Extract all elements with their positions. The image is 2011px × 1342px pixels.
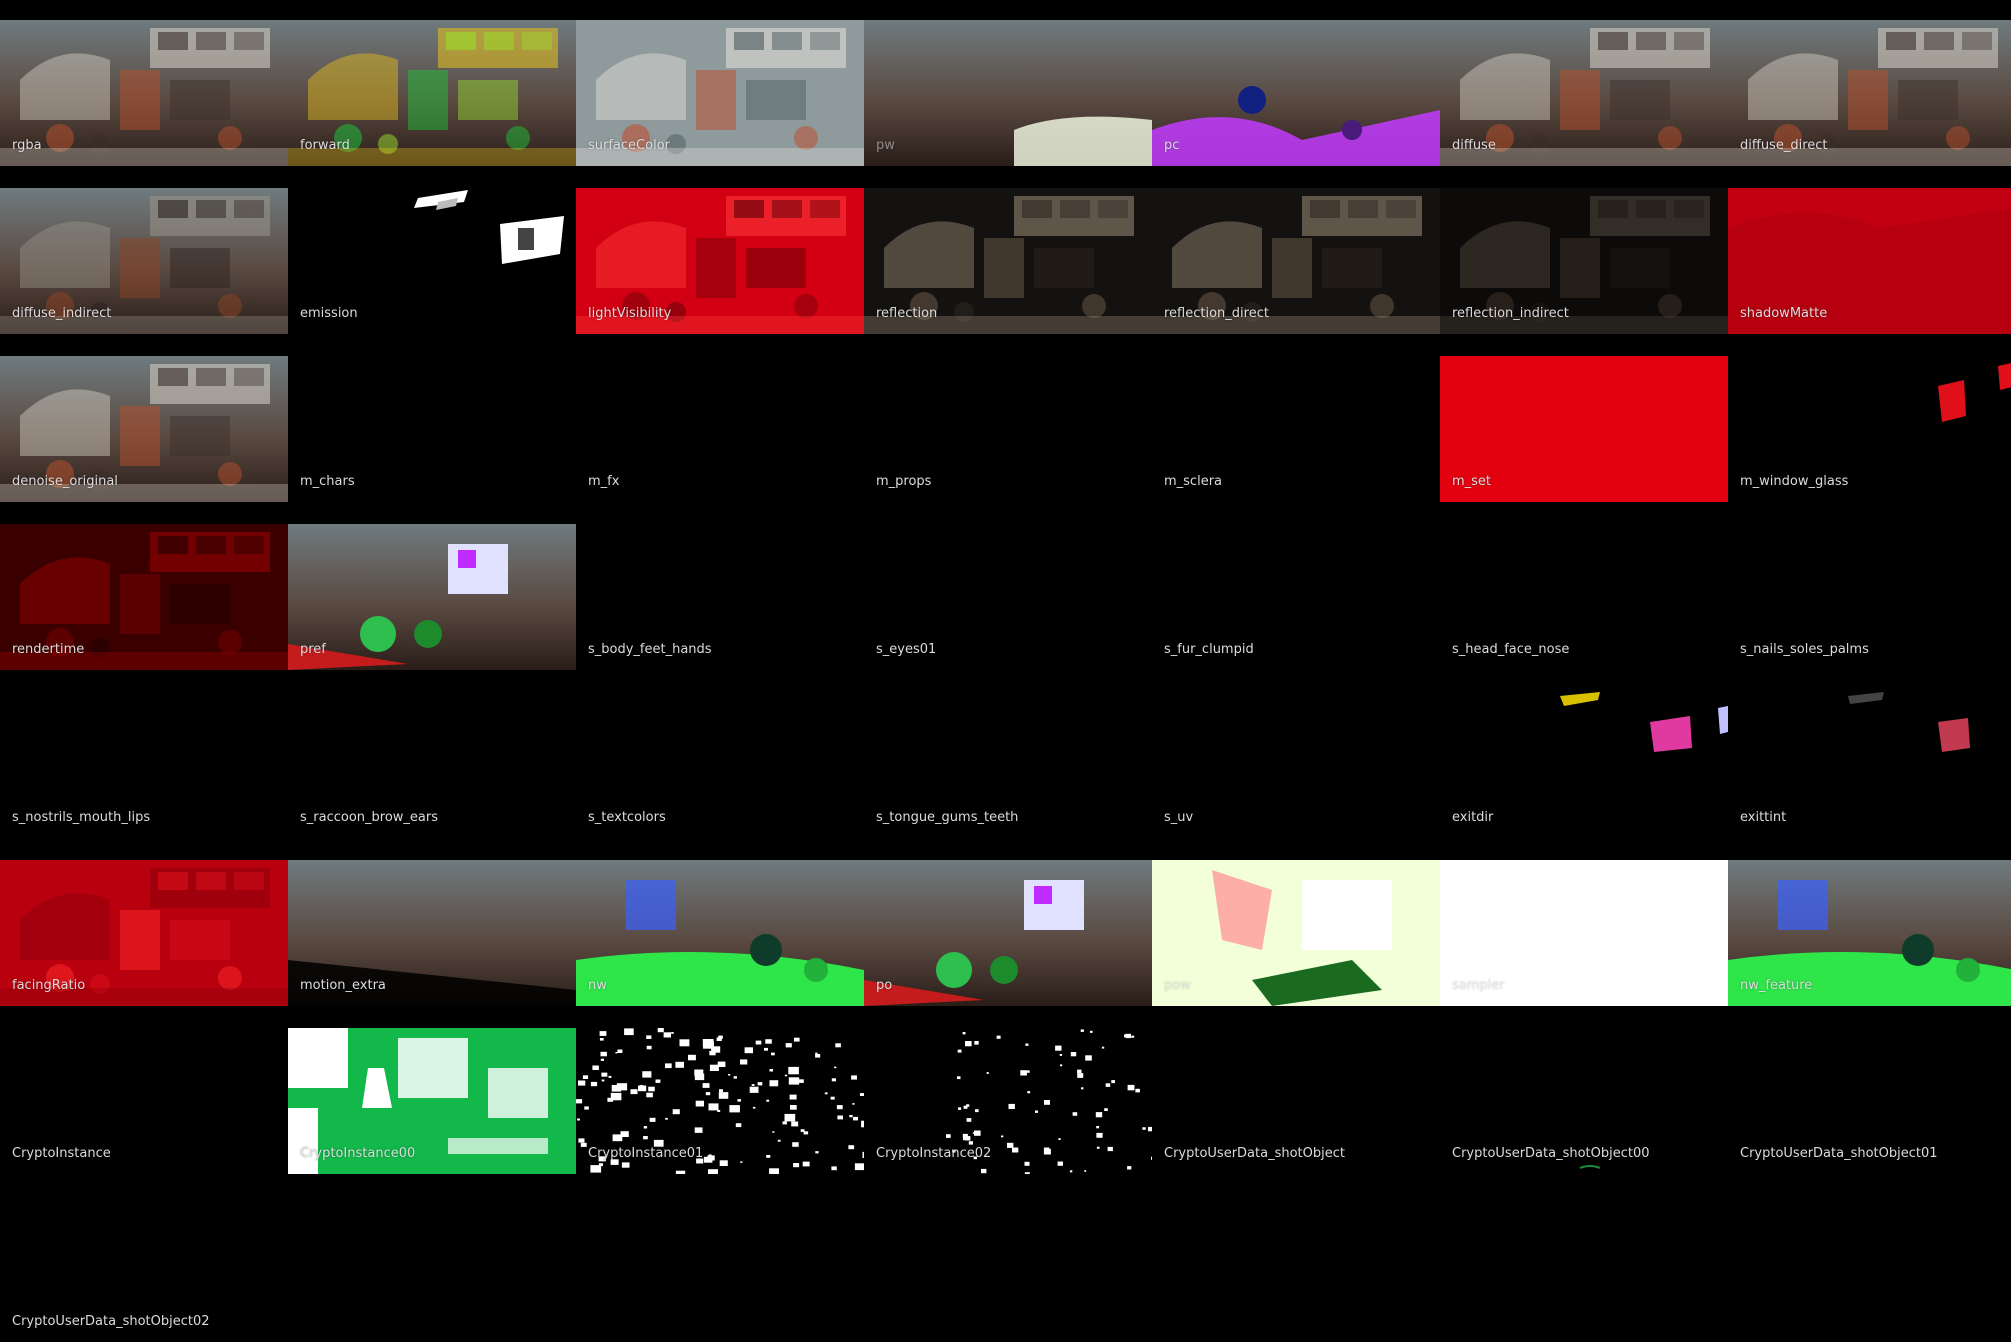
aov-thumbnail-cryptouserdata-shotobject[interactable]: CryptoUserData_shotObject [1152,1028,1440,1174]
aov-thumbnail-nw[interactable]: nw [576,860,864,1006]
aov-thumbnail-reflection-direct[interactable]: reflection_direct [1152,188,1440,334]
aov-thumbnail-cryptoinstance01[interactable]: CryptoInstance01 [576,1028,864,1174]
aov-thumbnail-exittint[interactable]: exittint [1728,692,2011,838]
aov-thumbnail-m-fx[interactable]: m_fx [576,356,864,502]
aov-thumbnail-forward[interactable]: forward [288,20,576,166]
aov-thumbnail-exitdir[interactable]: exitdir [1440,692,1728,838]
aov-thumbnail-s-textcolors[interactable]: s_textcolors [576,692,864,838]
aov-thumbnail-s-raccoon-brow-ears[interactable]: s_raccoon_brow_ears [288,692,576,838]
aov-thumbnail-denoise-original[interactable]: denoise_original [0,356,288,502]
aov-thumbnail-rgba[interactable]: rgba [0,20,288,166]
aov-thumbnail-m-window-glass[interactable]: m_window_glass [1728,356,2011,502]
aov-thumbnail-cryptoinstance[interactable]: CryptoInstance [0,1028,288,1174]
aov-thumbnail-pw[interactable]: pw [864,20,1152,166]
aov-thumbnail-pow[interactable]: pow [1152,860,1440,1006]
aov-thumbnail-s-head-face-nose[interactable]: s_head_face_nose [1440,524,1728,670]
aov-thumbnail-reflection[interactable]: reflection [864,188,1152,334]
aov-thumbnail-lightvisibility[interactable]: lightVisibility [576,188,864,334]
aov-thumbnail-s-eyes01[interactable]: s_eyes01 [864,524,1152,670]
aov-thumbnail-emission[interactable]: emission [288,188,576,334]
aov-thumbnail-rendertime[interactable]: rendertime [0,524,288,670]
aov-thumbnail-s-tongue-gums-teeth[interactable]: s_tongue_gums_teeth [864,692,1152,838]
aov-thumbnail-cryptoinstance02[interactable]: CryptoInstance02 [864,1028,1152,1174]
aov-thumbnail-s-fur-clumpid[interactable]: s_fur_clumpid [1152,524,1440,670]
aov-thumbnail-pc[interactable]: pc [1152,20,1440,166]
aov-thumbnail-nw-feature[interactable]: nw_feature [1728,860,2011,1006]
aov-thumbnail-m-props[interactable]: m_props [864,356,1152,502]
aov-thumbnail-diffuse-indirect[interactable]: diffuse_indirect [0,188,288,334]
aov-thumbnail-cryptoinstance00[interactable]: CryptoInstance00 [288,1028,576,1174]
aov-thumbnail-m-sclera[interactable]: m_sclera [1152,356,1440,502]
aov-thumbnail-diffuse-direct[interactable]: diffuse_direct [1728,20,2011,166]
aov-thumbnail-m-chars[interactable]: m_chars [288,356,576,502]
aov-thumbnail-reflection-indirect[interactable]: reflection_indirect [1440,188,1728,334]
aov-thumbnail-pref[interactable]: pref [288,524,576,670]
aov-thumbnail-cryptouserdata-shotobject00[interactable]: CryptoUserData_shotObject00 [1440,1028,1728,1174]
aov-thumbnail-s-nostrils-mouth-lips[interactable]: s_nostrils_mouth_lips [0,692,288,838]
aov-thumbnail-po[interactable]: po [864,860,1152,1006]
aov-thumbnail-diffuse[interactable]: diffuse [1440,20,1728,166]
aov-thumbnail-cryptouserdata-shotobject02[interactable]: CryptoUserData_shotObject02 [0,1196,288,1342]
aov-thumbnail-motion-extra[interactable]: motion_extra [288,860,576,1006]
aov-thumbnail-s-nails-soles-palms[interactable]: s_nails_soles_palms [1728,524,2011,670]
aov-thumbnail-sampler[interactable]: sampler [1440,860,1728,1006]
aov-thumbnail-shadowmatte[interactable]: shadowMatte [1728,188,2011,334]
aov-thumbnail-cryptouserdata-shotobject01[interactable]: CryptoUserData_shotObject01 [1728,1028,2011,1174]
aov-thumbnail-s-uv[interactable]: s_uv [1152,692,1440,838]
aov-thumbnail-s-body-feet-hands[interactable]: s_body_feet_hands [576,524,864,670]
aov-thumbnail-surfacecolor[interactable]: surfaceColor [576,20,864,166]
aov-thumbnail-m-set[interactable]: m_set [1440,356,1728,502]
aov-thumbnail-facingratio[interactable]: facingRatio [0,860,288,1006]
